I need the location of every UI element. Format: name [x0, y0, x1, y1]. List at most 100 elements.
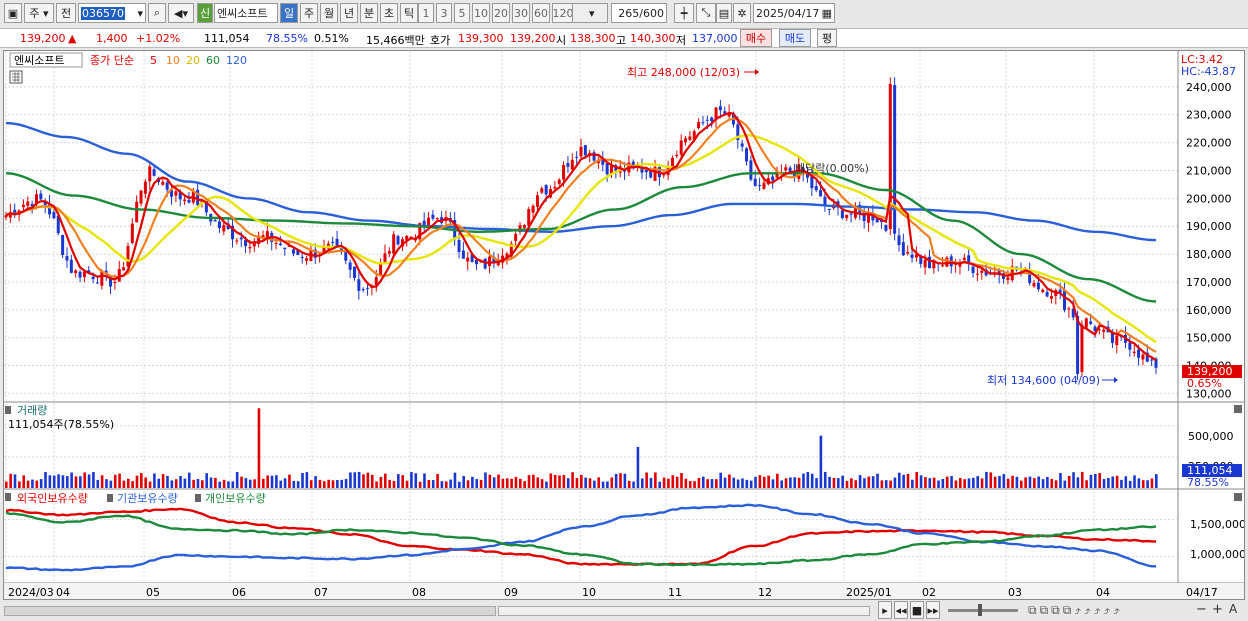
candle-body	[292, 249, 295, 254]
avg-button[interactable]: 평	[817, 29, 837, 47]
candle-body	[535, 195, 539, 207]
scroll-thumb[interactable]	[498, 606, 870, 616]
x-tick-4: 07	[314, 586, 328, 599]
drawing-tools-icons[interactable]: ⧉⧉⧉⧉⤴⤴⤴⤴⤴	[1028, 603, 1123, 618]
volume-bar	[540, 479, 544, 488]
prev-button[interactable]: 전	[56, 3, 76, 23]
interval-tab-10[interactable]: 10	[472, 3, 490, 23]
interval-tab-60[interactable]: 60	[532, 3, 550, 23]
volume-bar	[179, 476, 182, 488]
candle-body	[710, 117, 714, 122]
zoom-plus-icon[interactable]: +	[1212, 602, 1223, 617]
period-tab-4[interactable]: 분	[360, 3, 378, 23]
period-tab-6[interactable]: 틱	[400, 3, 418, 23]
gear-icon[interactable]: ✲	[733, 3, 751, 23]
interval-tab-30[interactable]: 30	[512, 3, 530, 23]
code-input[interactable]: 036570 ▾	[78, 3, 146, 23]
period-tab-0[interactable]: 일	[280, 3, 298, 23]
volume-bar	[688, 481, 692, 488]
interval-tab-20[interactable]: 20	[492, 3, 510, 23]
volume-bar	[35, 480, 39, 488]
candle-body	[762, 182, 766, 189]
volume-bar	[1094, 473, 1097, 488]
volume-bar	[889, 480, 892, 488]
search-icon[interactable]: ⌕	[148, 3, 166, 23]
volume-bar	[283, 478, 287, 488]
candle-body	[845, 214, 849, 219]
legend-ma120: 120	[226, 54, 247, 67]
candle-body	[906, 252, 910, 254]
holding-close-icon[interactable]	[1234, 493, 1242, 501]
volume-collapse-icon[interactable]	[5, 406, 11, 414]
candle-icon[interactable]: ┿	[674, 3, 694, 23]
volume-bar	[105, 479, 108, 488]
zoom-slider-handle[interactable]	[978, 604, 982, 616]
period-tab-5[interactable]: 초	[380, 3, 398, 23]
volume-bar	[140, 473, 143, 488]
calendar-icon[interactable]: ▦	[822, 7, 834, 20]
interval-tab-1[interactable]: 1	[418, 3, 434, 23]
volume-bar	[166, 475, 169, 488]
candle-body	[305, 258, 309, 261]
volume-bar	[1063, 480, 1067, 488]
candle-body	[540, 188, 544, 193]
volume-bar	[945, 476, 949, 488]
volume-bar	[353, 472, 357, 488]
zoom-icon[interactable]: ⤡	[696, 3, 716, 23]
sound-icon[interactable]: ◀▾	[168, 3, 194, 23]
interval-tab-5[interactable]: 5	[454, 3, 470, 23]
date-input[interactable]: 2025/04/17 ▦	[753, 3, 835, 23]
rewind-icon[interactable]: ◂◂	[894, 601, 908, 619]
price-tick-2: 220,000	[1186, 137, 1232, 150]
buy-button[interactable]: 매수	[740, 29, 772, 47]
interval-custom-select[interactable]: ▾	[572, 3, 608, 23]
interval-tab-3[interactable]: 3	[436, 3, 452, 23]
x-tick-5: 08	[412, 586, 426, 599]
interval-tab-120[interactable]: 120	[552, 3, 574, 23]
stop-icon[interactable]: ■	[910, 601, 924, 619]
count-input[interactable]: 265/600	[611, 3, 667, 23]
volume-close-icon[interactable]	[1234, 405, 1242, 413]
legend-institution: 기관보유수량	[117, 492, 178, 505]
stock-name-field[interactable]: 엔씨소프트	[214, 3, 278, 23]
volume-bar	[1046, 476, 1049, 488]
period-tab-1[interactable]: 주	[300, 3, 318, 23]
forward-icon[interactable]: ▸▸	[926, 601, 940, 619]
legend-ma10: 10	[166, 54, 180, 67]
volume-bar	[1076, 477, 1080, 488]
volume-bar	[566, 478, 570, 488]
candle-body	[139, 190, 143, 204]
volume-bar	[1124, 476, 1128, 488]
chart-menu-icon[interactable]: ▣	[4, 3, 22, 23]
price-tick-1: 230,000	[1186, 109, 1232, 122]
period-tab-3[interactable]: 년	[340, 3, 358, 23]
save-icon[interactable]: ▤	[716, 3, 732, 23]
volume-bar	[723, 477, 727, 488]
volume-title: 거래량	[17, 404, 47, 417]
sell-button[interactable]: 매도	[779, 29, 811, 47]
zoom-slider[interactable]	[948, 609, 1018, 612]
volume-bar	[606, 481, 609, 488]
volume-bar	[183, 478, 187, 488]
scroll-right-icon[interactable]: ▸	[878, 601, 892, 619]
volume-bar	[514, 476, 518, 488]
volume-bar	[196, 478, 200, 488]
zoom-minus-icon[interactable]: −	[1196, 602, 1207, 617]
volume-bar	[701, 476, 705, 488]
volume-bar	[5, 481, 8, 488]
period-tab-2[interactable]: 월	[320, 3, 338, 23]
volume-bar	[340, 479, 344, 488]
candle-body	[1089, 321, 1093, 324]
holding-collapse-icon[interactable]	[5, 493, 11, 501]
volume-bar	[662, 477, 666, 488]
font-size-icon[interactable]: A	[1229, 602, 1237, 616]
volume-ratio: 78.55%	[266, 32, 308, 45]
chart-area[interactable]: 240,000 230,000 220,000 210,000 200,000 190,0…	[3, 50, 1246, 600]
volume-bar	[1141, 480, 1145, 488]
volume-bar	[1111, 476, 1115, 488]
chart-type-select[interactable]: 주 ▾	[24, 3, 54, 23]
volume-bar	[584, 477, 587, 488]
scroll-track[interactable]	[4, 606, 496, 616]
open-label: 시	[556, 34, 567, 47]
price-tick-7: 170,000	[1186, 276, 1232, 289]
